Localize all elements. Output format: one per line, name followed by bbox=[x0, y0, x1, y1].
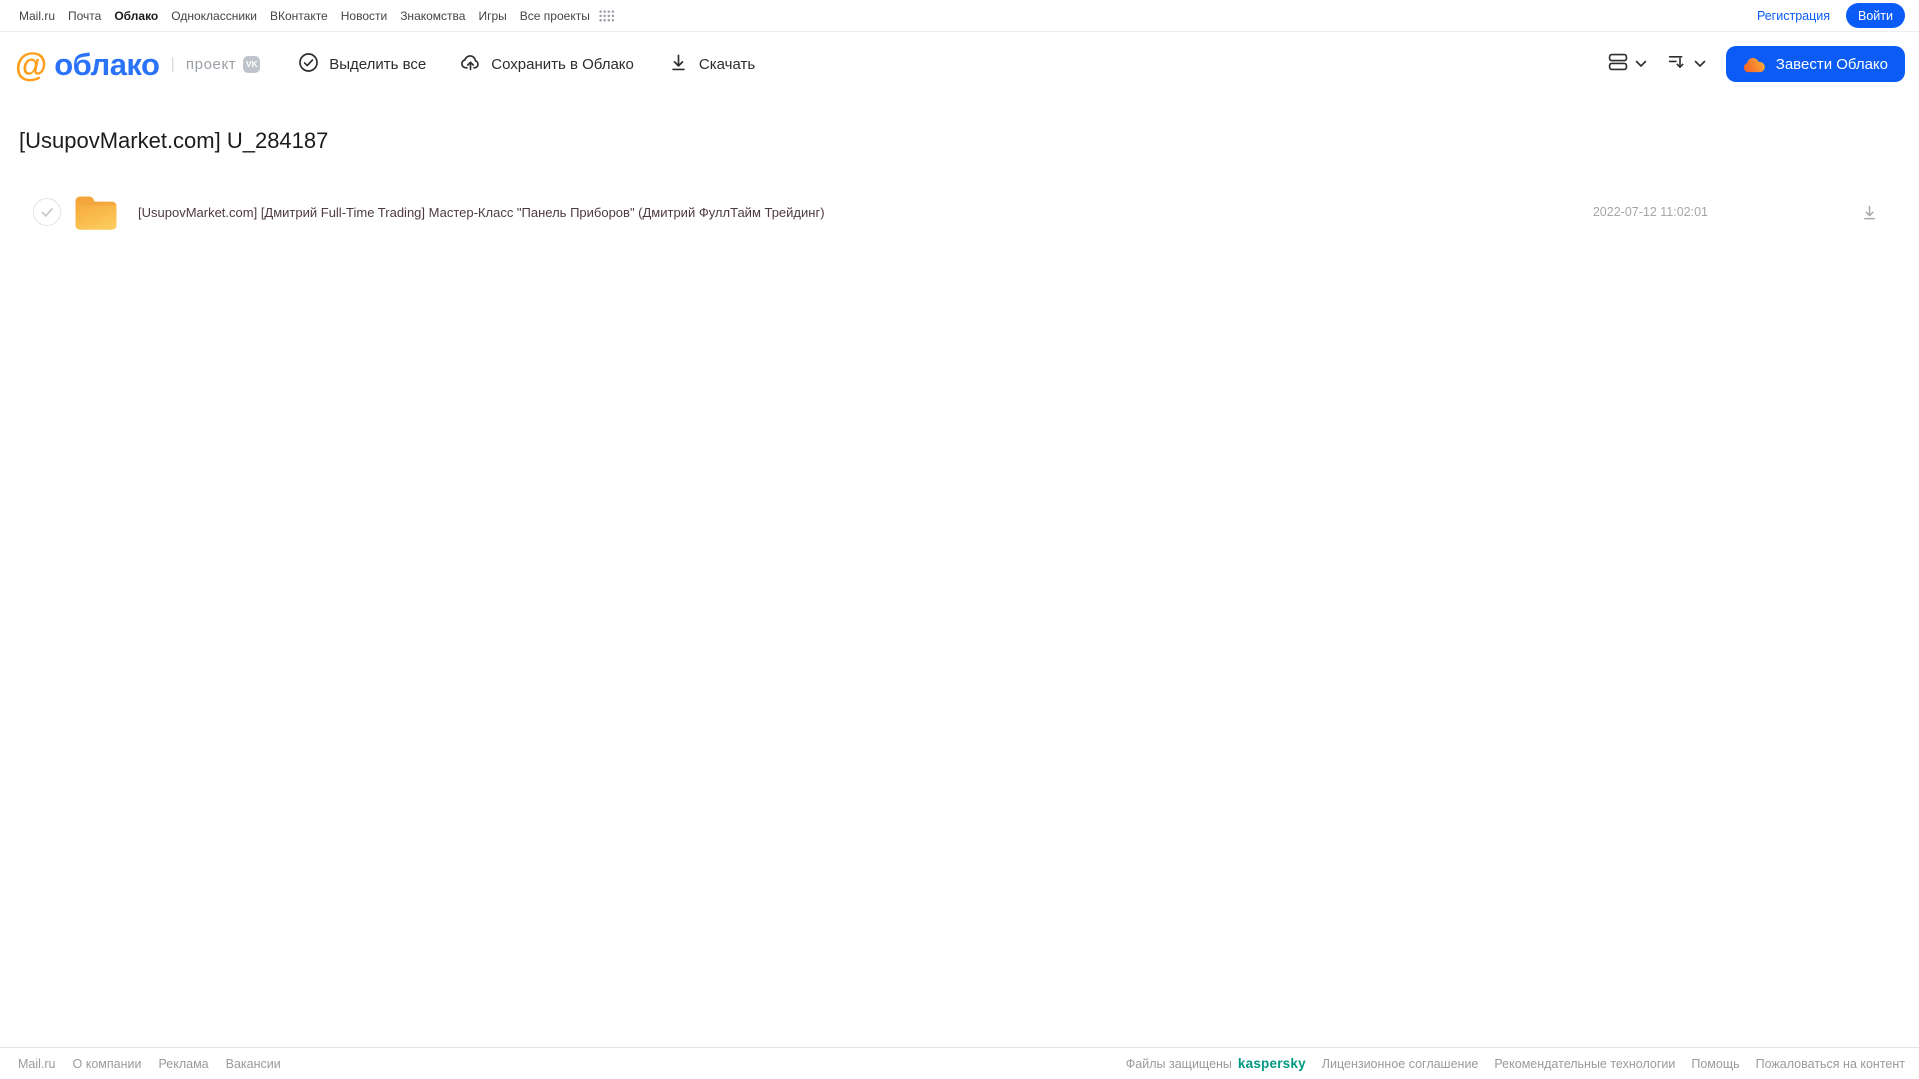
row-checkbox[interactable] bbox=[33, 198, 61, 226]
portal-nav-right: Регистрация Войти bbox=[1757, 3, 1905, 28]
footer-link[interactable]: Лицензионное соглашение bbox=[1322, 1057, 1479, 1071]
login-button[interactable]: Войти bbox=[1846, 3, 1905, 28]
get-cloud-button[interactable]: Завести Облако bbox=[1725, 46, 1905, 82]
portal-nav-item[interactable]: Знакомства bbox=[400, 9, 465, 23]
footer-link[interactable]: Помощь bbox=[1691, 1057, 1739, 1071]
cloud-logo-text: облако bbox=[54, 46, 160, 82]
row-download-icon[interactable] bbox=[1860, 203, 1879, 222]
portal-nav-item[interactable]: Облако bbox=[114, 9, 158, 23]
cloud-header: @ облако | проект VK Выделить все Сохран… bbox=[0, 32, 1919, 96]
sort-button[interactable] bbox=[1667, 52, 1706, 77]
file-modified-date: 2022-07-12 11:02:01 bbox=[1592, 205, 1708, 219]
chevron-down-icon bbox=[1694, 55, 1706, 73]
footer-legal-links: Лицензионное соглашение Рекомендательные … bbox=[1322, 1057, 1905, 1071]
file-row[interactable]: [UsupovMarket.com] [Дмитрий Full-Time Tr… bbox=[0, 192, 1919, 232]
mailru-at-icon: @ bbox=[15, 45, 48, 83]
file-name[interactable]: [UsupovMarket.com] [Дмитрий Full-Time Tr… bbox=[138, 205, 825, 220]
select-all-label: Выделить все bbox=[329, 55, 427, 73]
main-content: [UsupovMarket.com] U_284187 [UsupovMarke… bbox=[0, 128, 1919, 232]
portal-nav-item[interactable]: Mail.ru bbox=[19, 9, 55, 23]
portal-nav-links: Mail.ru Почта Облако Одноклассники ВКонтакте… bbox=[19, 9, 590, 23]
logo-divider: | bbox=[170, 54, 175, 73]
vk-project-label: проект bbox=[185, 55, 237, 73]
portal-nav-item[interactable]: Все проекты bbox=[520, 9, 590, 23]
chevron-down-icon bbox=[1635, 55, 1647, 73]
kaspersky-protection: Файлы защищены kaspersky bbox=[1126, 1056, 1306, 1071]
list-view-icon bbox=[1608, 52, 1628, 77]
footer-right-links: Файлы защищены kaspersky Лицензионное со… bbox=[1126, 1056, 1905, 1071]
portal-nav-item[interactable]: Одноклассники bbox=[171, 9, 257, 23]
folder-icon bbox=[75, 195, 117, 230]
download-icon bbox=[668, 52, 689, 77]
protected-label: Файлы защищены bbox=[1125, 1056, 1232, 1071]
cloud-orange-icon bbox=[1743, 56, 1766, 73]
select-all-button[interactable]: Выделить все bbox=[298, 52, 426, 77]
page-title: [UsupovMarket.com] U_284187 bbox=[19, 128, 329, 153]
view-mode-button[interactable] bbox=[1608, 52, 1647, 77]
check-circle-icon bbox=[298, 52, 319, 77]
portal-nav-item[interactable]: Игры bbox=[478, 9, 506, 23]
footer-link[interactable]: Mail.ru bbox=[18, 1057, 56, 1071]
cloud-logo[interactable]: @ облако | проект VK bbox=[15, 45, 261, 83]
file-toolbar: Выделить все Сохранить в Облако Скачать bbox=[298, 52, 755, 77]
sort-icon bbox=[1667, 52, 1687, 77]
save-to-cloud-label: Сохранить в Облако bbox=[491, 55, 634, 73]
footer-link[interactable]: Пожаловаться на контент bbox=[1756, 1057, 1905, 1071]
portal-nav: Mail.ru Почта Облако Одноклассники ВКонтакте… bbox=[0, 0, 1919, 32]
footer-link[interactable]: Рекомендательные технологии bbox=[1494, 1057, 1675, 1071]
get-cloud-label: Завести Облако bbox=[1775, 55, 1888, 73]
footer-left-links: Mail.ru О компании Реклама Вакансии bbox=[18, 1057, 281, 1071]
file-list: [UsupovMarket.com] [Дмитрий Full-Time Tr… bbox=[0, 192, 1919, 232]
portal-nav-item[interactable]: Почта bbox=[68, 9, 101, 23]
footer-link[interactable]: Вакансии bbox=[226, 1057, 281, 1071]
registration-link[interactable]: Регистрация bbox=[1757, 9, 1830, 23]
portal-nav-item[interactable]: Новости bbox=[341, 9, 387, 23]
page-footer: Mail.ru О компании Реклама Вакансии Файлы з… bbox=[0, 1047, 1919, 1079]
save-to-cloud-button[interactable]: Сохранить в Облако bbox=[460, 52, 634, 77]
download-label: Скачать bbox=[698, 55, 756, 73]
cloud-upload-icon bbox=[460, 52, 481, 77]
footer-link[interactable]: Реклама bbox=[158, 1057, 208, 1071]
header-right-controls: Завести Облако bbox=[1608, 46, 1905, 82]
vk-logo-icon: VK bbox=[243, 55, 261, 73]
all-projects-grid-icon[interactable] bbox=[599, 9, 614, 22]
download-button[interactable]: Скачать bbox=[668, 52, 755, 77]
portal-nav-item[interactable]: ВКонтакте bbox=[270, 9, 328, 23]
footer-link[interactable]: О компании bbox=[73, 1057, 142, 1071]
kaspersky-logo[interactable]: kaspersky bbox=[1238, 1056, 1306, 1071]
